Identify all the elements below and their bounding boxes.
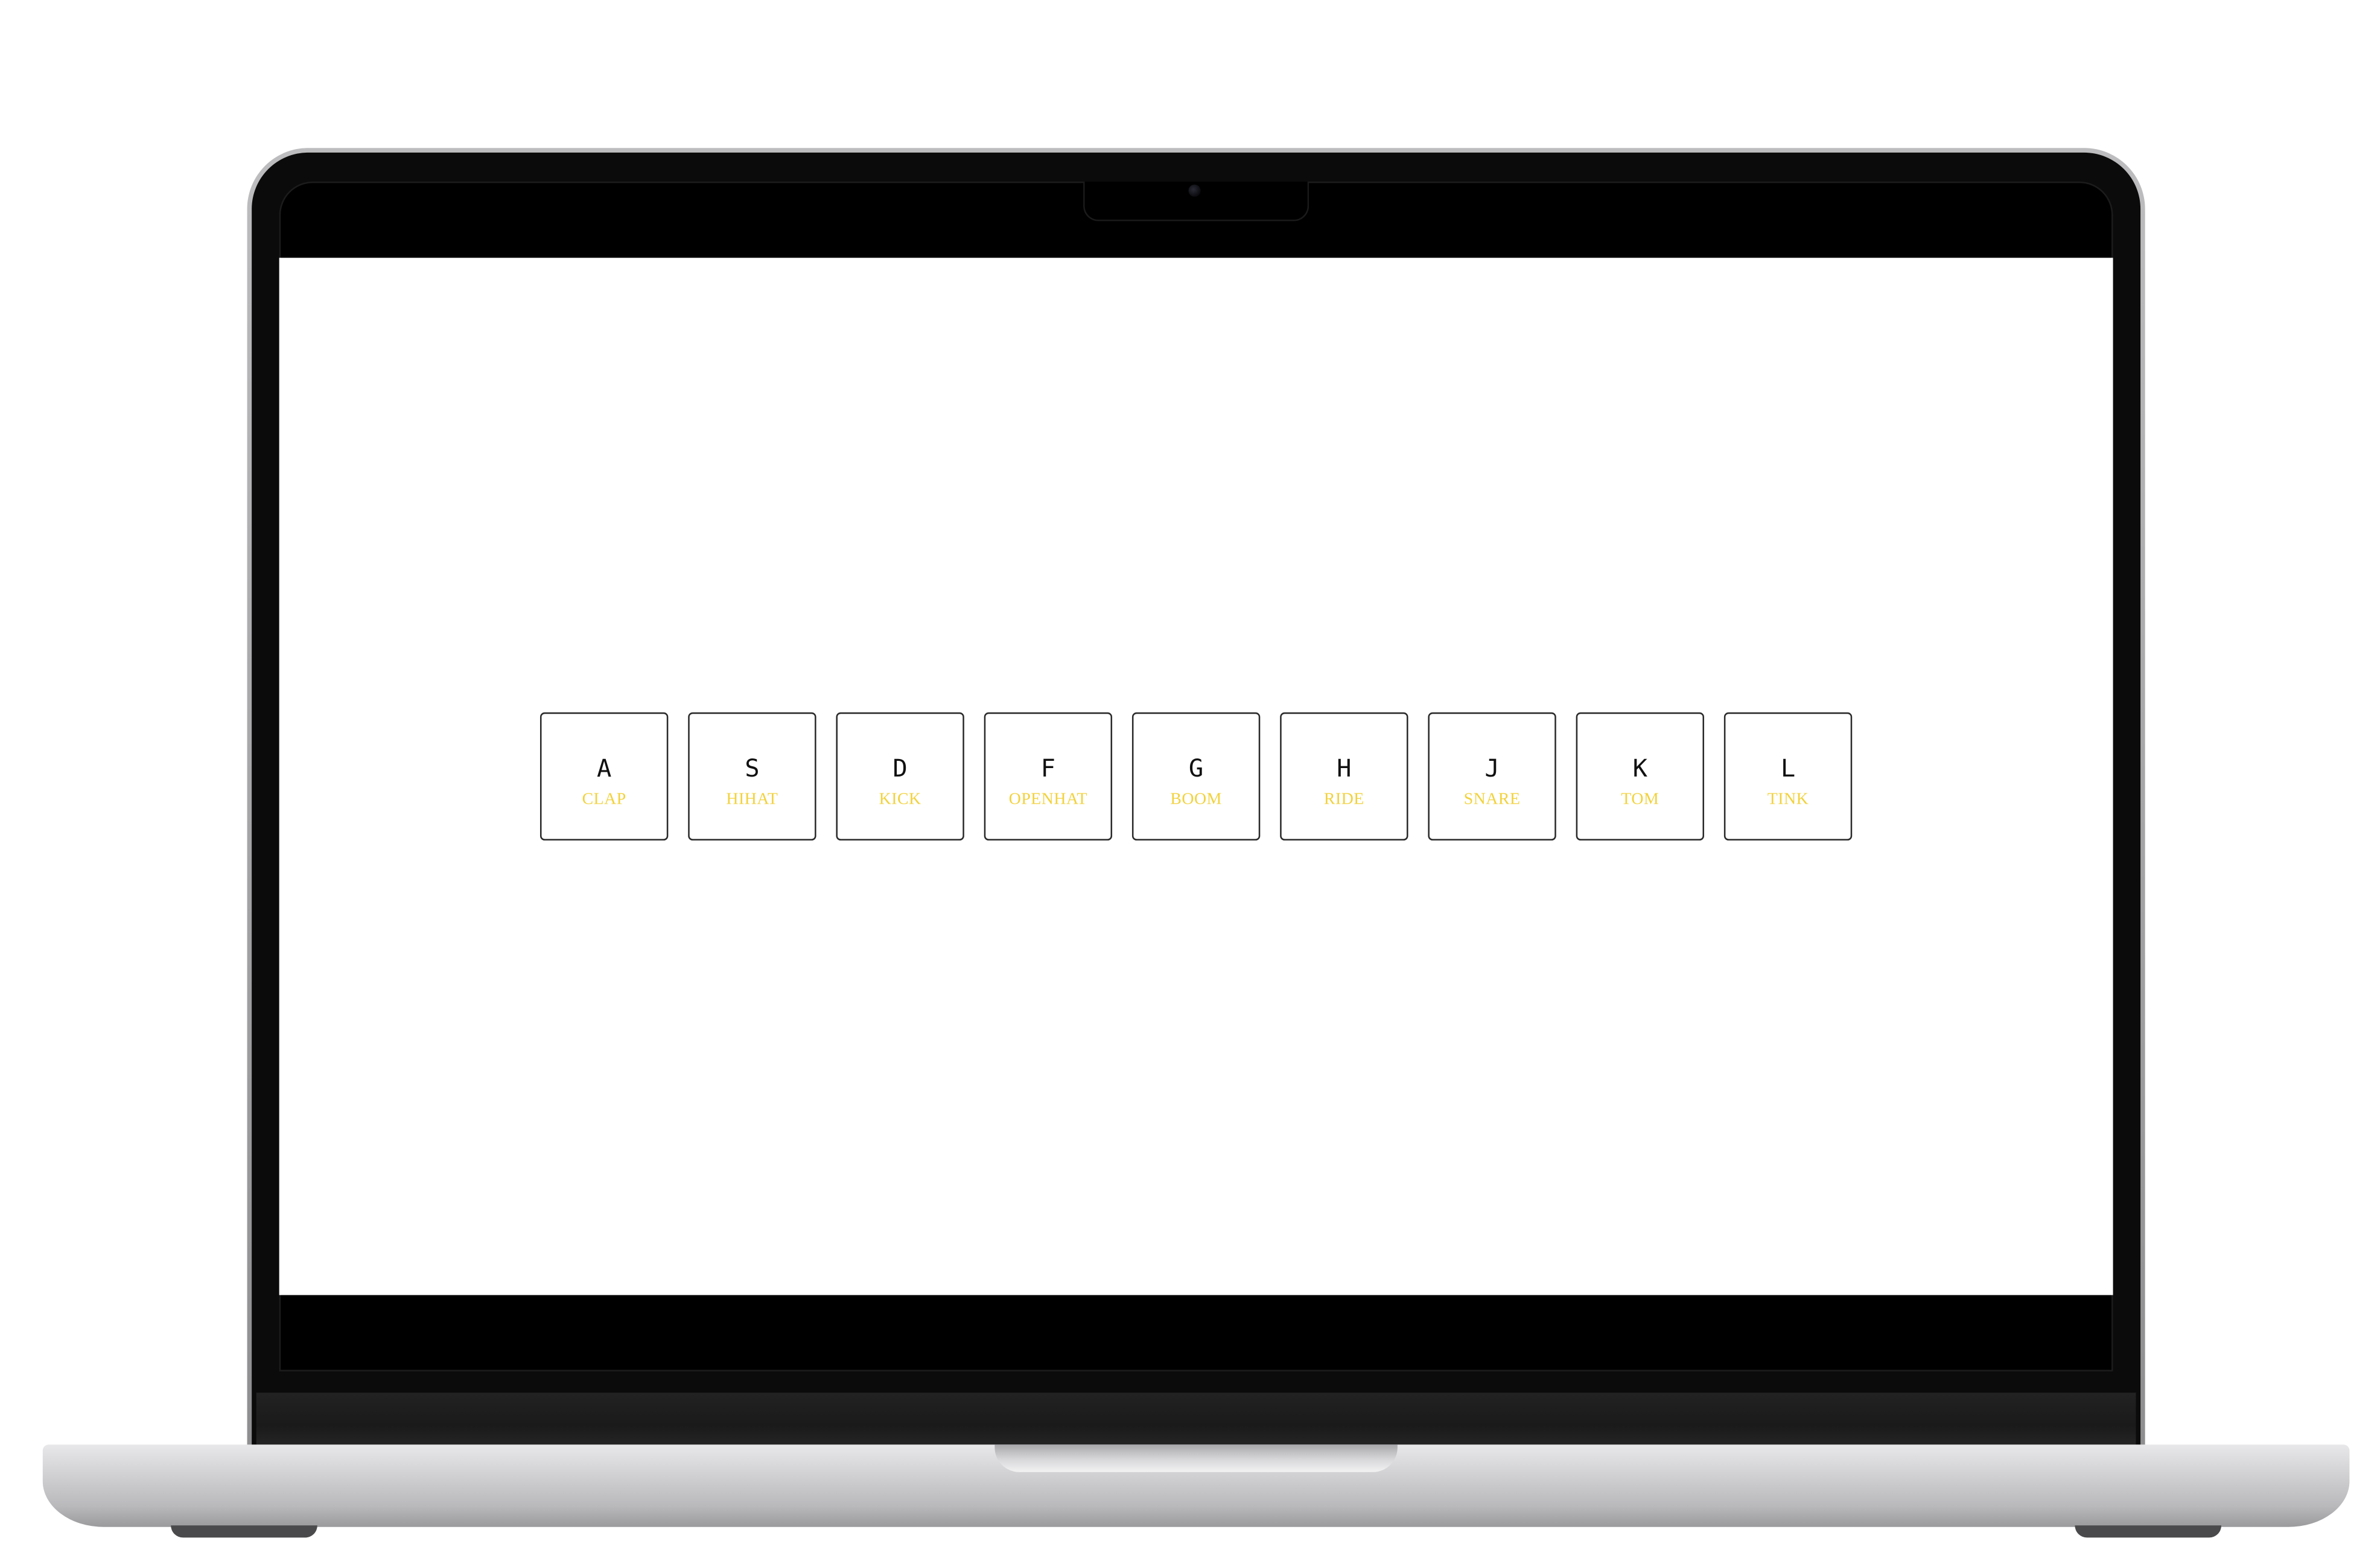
sound-label: HIHAT [726, 789, 778, 808]
sound-label: BOOM [1170, 789, 1222, 808]
drum-key-h[interactable]: H RIDE [1280, 712, 1408, 841]
key-letter: K [1632, 752, 1647, 782]
key-letter: S [745, 752, 760, 782]
laptop-hinge [256, 1393, 2136, 1448]
key-letter: G [1188, 752, 1204, 782]
key-letter: F [1040, 752, 1056, 782]
sound-label: CLAP [582, 789, 626, 808]
drum-key-g[interactable]: G BOOM [1131, 712, 1261, 841]
laptop-mockup: A CLAP S HIHAT D KICK F OPENHAT G BOOM H… [0, 0, 2380, 1547]
drum-key-f[interactable]: F OPENHAT [984, 712, 1113, 841]
key-letter: H [1337, 752, 1352, 782]
drum-key-a[interactable]: A CLAP [539, 712, 669, 841]
key-letter: L [1780, 752, 1796, 782]
sound-label: TOM [1621, 789, 1659, 808]
drum-key-k[interactable]: K TOM [1576, 712, 1705, 841]
drum-key-l[interactable]: L TINK [1723, 712, 1853, 841]
sound-label: KICK [879, 789, 921, 808]
camera-icon [1188, 184, 1201, 197]
laptop-opening-notch [994, 1444, 1398, 1472]
key-letter: J [1484, 752, 1500, 782]
key-letter: A [596, 752, 612, 782]
drum-key-s[interactable]: S HIHAT [688, 712, 816, 841]
sound-label: OPENHAT [1008, 789, 1087, 808]
sound-label: TINK [1767, 789, 1809, 808]
sound-label: RIDE [1323, 789, 1364, 808]
drum-key-d[interactable]: D KICK [836, 712, 964, 841]
drum-key-j[interactable]: J SNARE [1428, 712, 1556, 841]
key-letter: D [892, 752, 908, 782]
laptop-foot-right [2075, 1525, 2222, 1538]
drum-keys: A CLAP S HIHAT D KICK F OPENHAT G BOOM H… [539, 712, 1853, 841]
sound-label: SNARE [1463, 789, 1521, 808]
drum-kit-page: A CLAP S HIHAT D KICK F OPENHAT G BOOM H… [279, 258, 2113, 1295]
laptop-foot-left [171, 1525, 317, 1538]
